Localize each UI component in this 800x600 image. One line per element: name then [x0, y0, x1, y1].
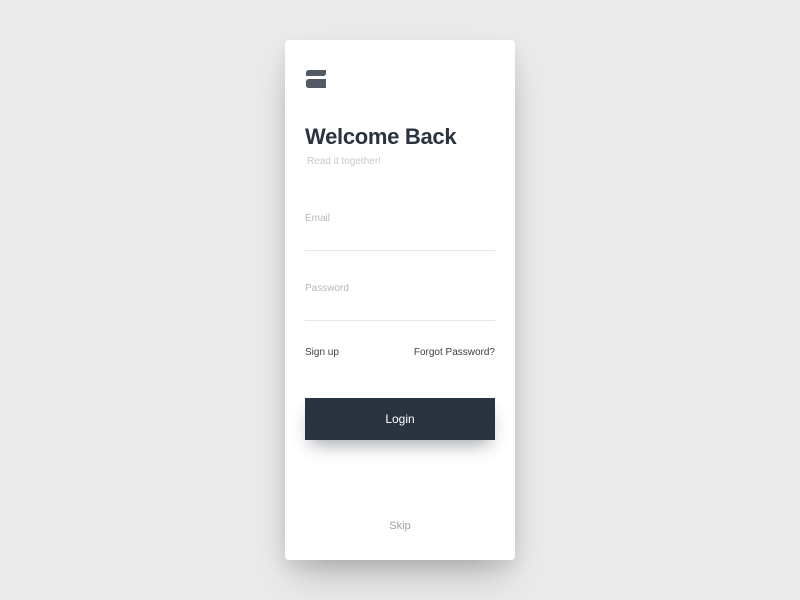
password-input[interactable]: [305, 302, 495, 321]
email-field-group: Email: [305, 213, 495, 251]
email-input[interactable]: [305, 232, 495, 251]
email-label: Email: [305, 213, 495, 224]
password-label: Password: [305, 283, 495, 294]
app-logo-icon: [305, 70, 327, 88]
forgot-password-link[interactable]: Forgot Password?: [414, 347, 495, 358]
login-screen: Welcome Back Read it together! Email Pas…: [285, 40, 515, 560]
page-title: Welcome Back: [305, 124, 495, 150]
aux-links-row: Sign up Forgot Password?: [305, 347, 495, 358]
signup-link[interactable]: Sign up: [305, 347, 339, 358]
login-button[interactable]: Login: [305, 398, 495, 440]
password-field-group: Password: [305, 283, 495, 321]
skip-link[interactable]: Skip: [305, 520, 495, 532]
page-subtitle: Read it together!: [307, 156, 495, 167]
